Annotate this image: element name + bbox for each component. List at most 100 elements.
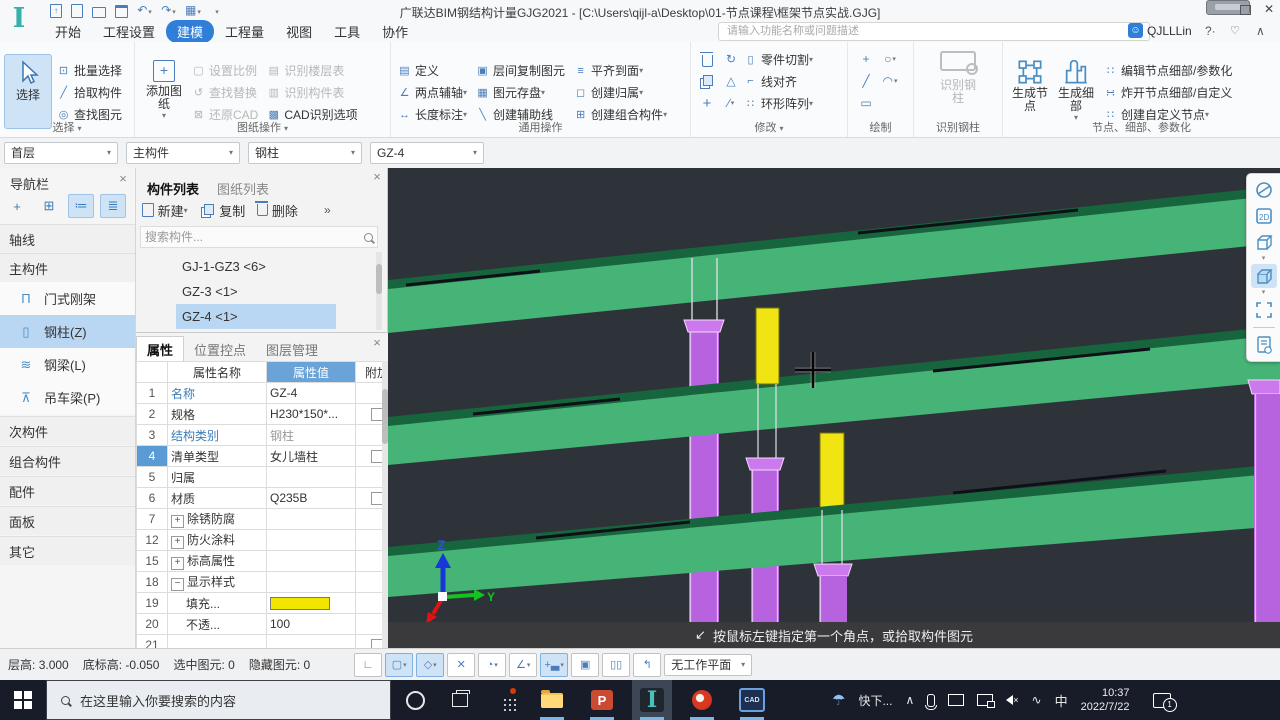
nav-layout-icon[interactable]: ⊞ xyxy=(36,194,62,218)
view-cube-mode-button[interactable]: ◇▾ xyxy=(416,653,444,677)
close-window-button[interactable]: ✕ xyxy=(1260,2,1278,16)
move-button[interactable]: + xyxy=(695,92,719,114)
fill-color-swatch[interactable] xyxy=(270,597,330,610)
property-value-cell[interactable]: 女儿墙柱 xyxy=(267,446,356,467)
weather-text[interactable]: 快下... xyxy=(858,692,892,709)
component-item-gj1gz3[interactable]: GJ-1-GZ3 <6> xyxy=(136,254,376,279)
pen-icon[interactable]: ∿ xyxy=(1032,693,1042,707)
shaded-cube-tool[interactable] xyxy=(1251,264,1277,288)
generate-node-button[interactable]: 生成节点 xyxy=(1007,55,1053,128)
recognize-component-table-button[interactable]: ▥识别构件表 xyxy=(266,82,357,104)
property-value-cell[interactable]: H230*150*... xyxy=(267,404,356,425)
camera-icon[interactable] xyxy=(948,694,964,706)
find-replace-button[interactable]: ↺查找替换 xyxy=(191,82,258,104)
workplane-select[interactable]: 无工作平面▾ xyxy=(664,654,752,676)
draw-line-button[interactable]: ╱ xyxy=(854,70,878,92)
trim-button[interactable]: ∕▾ xyxy=(719,92,743,114)
microphone-icon[interactable] xyxy=(927,694,935,707)
nav-section-combo-components[interactable]: 组合构件 xyxy=(0,446,135,475)
nav-section-axis[interactable]: 轴线 xyxy=(0,224,135,253)
new-component-button[interactable]: 新建 ▾ xyxy=(142,199,188,221)
user-avatar[interactable]: ☺ xyxy=(1128,23,1143,38)
align-to-face-button[interactable]: ≡平齐到面 ▾ xyxy=(573,60,667,82)
model-viewport[interactable]: Z Y ↙ 按鼠标左键指定第一个角点，或拾取构件图元 2D ▾ ▾ xyxy=(388,168,1280,648)
clock[interactable]: 10:37 2022/7/22 xyxy=(1081,686,1130,714)
tray-expand-icon[interactable]: ∧ xyxy=(905,693,914,707)
nav-item-crane-beam[interactable]: ⊼吊车梁(P) xyxy=(0,381,135,414)
nav-list-view-icon[interactable]: ≔ xyxy=(68,194,94,218)
define-button[interactable]: ▤定义 xyxy=(397,60,467,82)
volume-muted-icon[interactable]: × xyxy=(1006,695,1018,705)
zoom-extents-tool[interactable] xyxy=(1251,298,1277,322)
open-file-icon[interactable] xyxy=(92,7,106,18)
edit-node-detail-button[interactable]: ∷编辑节点细部/参数化 xyxy=(1103,60,1232,82)
region-select-button[interactable]: ▣ xyxy=(571,653,599,677)
component-item-gz3[interactable]: GZ-3 <1> xyxy=(136,279,376,304)
grid-settings-icon[interactable]: ▦▾ xyxy=(185,3,200,20)
view-2d-tool[interactable]: 2D xyxy=(1251,204,1277,228)
tab-properties[interactable]: 属性 xyxy=(136,336,184,362)
qat-overflow-icon[interactable]: ▾ xyxy=(209,3,224,20)
tab-view[interactable]: 视图 xyxy=(275,20,323,43)
nav-section-accessories[interactable]: 配件 xyxy=(0,476,135,505)
draw-arc-button[interactable]: ◠▾ xyxy=(878,70,902,92)
glodon-app-button[interactable] xyxy=(682,680,722,720)
nav-section-panels[interactable]: 面板 xyxy=(0,506,135,535)
select-button[interactable]: 选择 xyxy=(4,54,52,129)
gjg-app-button[interactable]: I xyxy=(632,680,672,720)
weather-icon[interactable]: ☂ xyxy=(832,691,845,709)
set-scale-button[interactable]: ▢设置比例 xyxy=(191,60,258,82)
network-icon[interactable] xyxy=(977,694,993,706)
component-item-gz4[interactable]: GZ-4 <1> xyxy=(176,304,336,329)
copy-button[interactable] xyxy=(695,70,719,92)
header-property-name[interactable]: 属性名称 xyxy=(168,362,267,383)
component-list-scrollbar[interactable] xyxy=(376,252,382,330)
parallel-view-button[interactable]: ▯▯ xyxy=(602,653,630,677)
tab-modeling[interactable]: 建模 xyxy=(166,20,214,43)
redo-icon[interactable]: ↷▾ xyxy=(161,3,176,20)
type-select[interactable]: 钢柱▾ xyxy=(248,142,362,164)
property-value-cell[interactable]: 100 xyxy=(267,614,356,635)
cancel-snap-button[interactable]: ✕ xyxy=(447,653,475,677)
add-drawing-button[interactable]: + 添加图纸 ▾ xyxy=(141,55,187,128)
tab-start[interactable]: 开始 xyxy=(44,20,92,43)
group-label-select[interactable]: 选择 ▾ xyxy=(0,119,134,135)
file-explorer-button[interactable] xyxy=(532,680,572,720)
collapse-icon[interactable]: − xyxy=(171,578,184,591)
nav-item-steel-beam[interactable]: ≋钢梁(L) xyxy=(0,348,135,381)
component-select[interactable]: GZ-4▾ xyxy=(370,142,484,164)
nav-section-secondary-components[interactable]: 次构件 xyxy=(0,416,135,445)
copy-between-floors-button[interactable]: ▣层间复制图元 xyxy=(475,60,565,82)
help-icon[interactable]: ?· xyxy=(1205,24,1216,38)
feedback-icon[interactable]: ♡ xyxy=(1230,24,1240,37)
function-search-input[interactable]: 请输入功能名称或问题描述 xyxy=(718,22,1150,41)
draw-circle-button[interactable]: ○▾ xyxy=(878,48,902,70)
nav-section-others[interactable]: 其它 xyxy=(0,536,135,565)
ring-array-button[interactable]: ∷环形阵列 ▾ xyxy=(743,92,813,114)
category-select[interactable]: 主构件▾ xyxy=(126,142,240,164)
taskbar-search-input[interactable]: 在这里输入你要搜索的内容 xyxy=(46,680,391,720)
nav-item-steel-column[interactable]: ▯钢柱(Z) xyxy=(0,315,135,348)
expand-icon[interactable]: + xyxy=(171,515,184,528)
tab-layer-management[interactable]: 图层管理 xyxy=(256,337,328,362)
restore-window-button[interactable] xyxy=(1236,2,1254,16)
rotation-snap-button[interactable]: ◔▾ xyxy=(478,653,506,677)
ime-indicator[interactable]: 中 xyxy=(1055,691,1068,710)
powerpoint-button[interactable]: P xyxy=(582,680,622,720)
rotate-button[interactable]: ↻ xyxy=(719,48,743,70)
delete-component-button[interactable]: 删除 xyxy=(257,199,298,221)
nav-item-portal-frame[interactable]: Π门式刚架 xyxy=(0,282,135,315)
two-point-aux-axis-button[interactable]: ∠两点辅轴 ▾ xyxy=(397,82,467,104)
copy-component-button[interactable]: 复制 xyxy=(200,199,246,221)
cube-dropdown-caret[interactable]: ▾ xyxy=(1262,256,1266,262)
orbit-tool[interactable] xyxy=(1251,178,1277,202)
nav-add-icon[interactable]: + xyxy=(4,194,30,218)
property-value-cell[interactable] xyxy=(267,467,356,488)
corner-route-button[interactable]: ↰ xyxy=(633,653,661,677)
part-cut-button[interactable]: ▯零件切割 ▾ xyxy=(743,48,813,70)
nav-section-main-components[interactable]: 主构件 xyxy=(0,253,135,282)
tab-collaboration[interactable]: 协作 xyxy=(371,20,419,43)
group-label-modify[interactable]: 修改 ▾ xyxy=(691,119,847,135)
delete-button[interactable] xyxy=(695,48,719,70)
create-ownership-button[interactable]: ◻创建归属 ▾ xyxy=(573,82,667,104)
